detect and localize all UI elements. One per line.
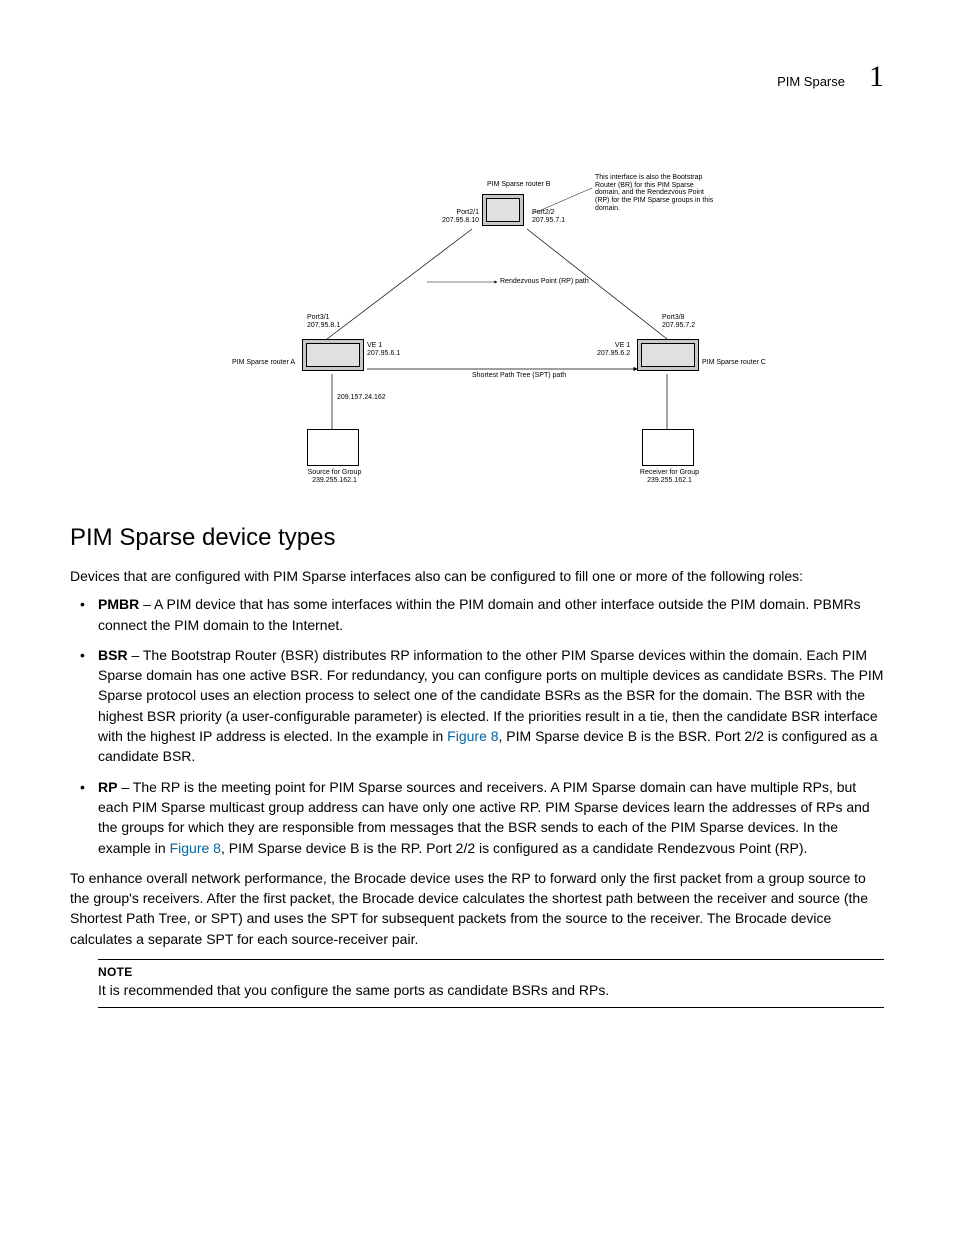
receiver-box: [642, 429, 694, 466]
router-b-box: [482, 194, 524, 226]
label-router-b: PIM Sparse router B: [487, 181, 550, 189]
diagram-caption: This interface is also the Bootstrap Rou…: [595, 174, 715, 212]
label-src-ip: 209.157.24.162: [337, 394, 386, 402]
bullet-bsr: BSR – The Bootstrap Router (BSR) distrib…: [70, 645, 884, 767]
term-pmbr: PMBR: [98, 596, 139, 612]
term-bsr: BSR: [98, 647, 128, 663]
label-router-c: PIM Sparse router C: [702, 359, 766, 367]
section-heading: PIM Sparse device types: [70, 524, 884, 552]
page-header: PIM Sparse 1: [70, 60, 884, 94]
label-spt-path: Shortest Path Tree (SPT) path: [472, 372, 566, 380]
chapter-number: 1: [869, 60, 884, 94]
source-box: [307, 429, 359, 466]
router-a-box: [302, 339, 364, 371]
label-source: Source for Group 239.255.162.1: [307, 469, 362, 484]
note-text: It is recommended that you configure the…: [98, 981, 884, 1001]
label-router-a: PIM Sparse router A: [232, 359, 295, 367]
pim-sparse-diagram: This interface is also the Bootstrap Rou…: [197, 174, 757, 494]
router-c-box: [637, 339, 699, 371]
performance-paragraph: To enhance overall network performance, …: [70, 868, 884, 949]
label-receiver: Receiver for Group 239.255.162.1: [637, 469, 702, 484]
bullet-rp: RP – The RP is the meeting point for PIM…: [70, 777, 884, 858]
note-title: NOTE: [98, 964, 884, 981]
intro-paragraph: Devices that are configured with PIM Spa…: [70, 566, 884, 586]
label-port38: Port3/8 207.95.7.2: [662, 314, 695, 329]
label-port21: Port2/1 207.95.8.10: [442, 209, 479, 224]
text-pmbr: – A PIM device that has some interfaces …: [98, 596, 861, 632]
header-section: PIM Sparse: [777, 74, 845, 89]
label-port31: Port3/1 207.95.8.1: [307, 314, 340, 329]
note-box: NOTE It is recommended that you configur…: [98, 959, 884, 1008]
label-port22: Port2/2 207.95.7.1: [532, 209, 565, 224]
link-figure8-bsr[interactable]: Figure 8: [447, 728, 498, 744]
term-rp: RP: [98, 779, 117, 795]
link-figure8-rp[interactable]: Figure 8: [170, 840, 221, 856]
label-ve1-left: VE 1 207.95.6.1: [367, 342, 400, 357]
label-rp-path: Rendezvous Point (RP) path: [500, 278, 589, 286]
text-rp-2: , PIM Sparse device B is the RP. Port 2/…: [221, 840, 808, 856]
bullet-pmbr: PMBR – A PIM device that has some interf…: [70, 594, 884, 635]
label-ve1-right: VE 1 207.95.6.2: [597, 342, 630, 357]
